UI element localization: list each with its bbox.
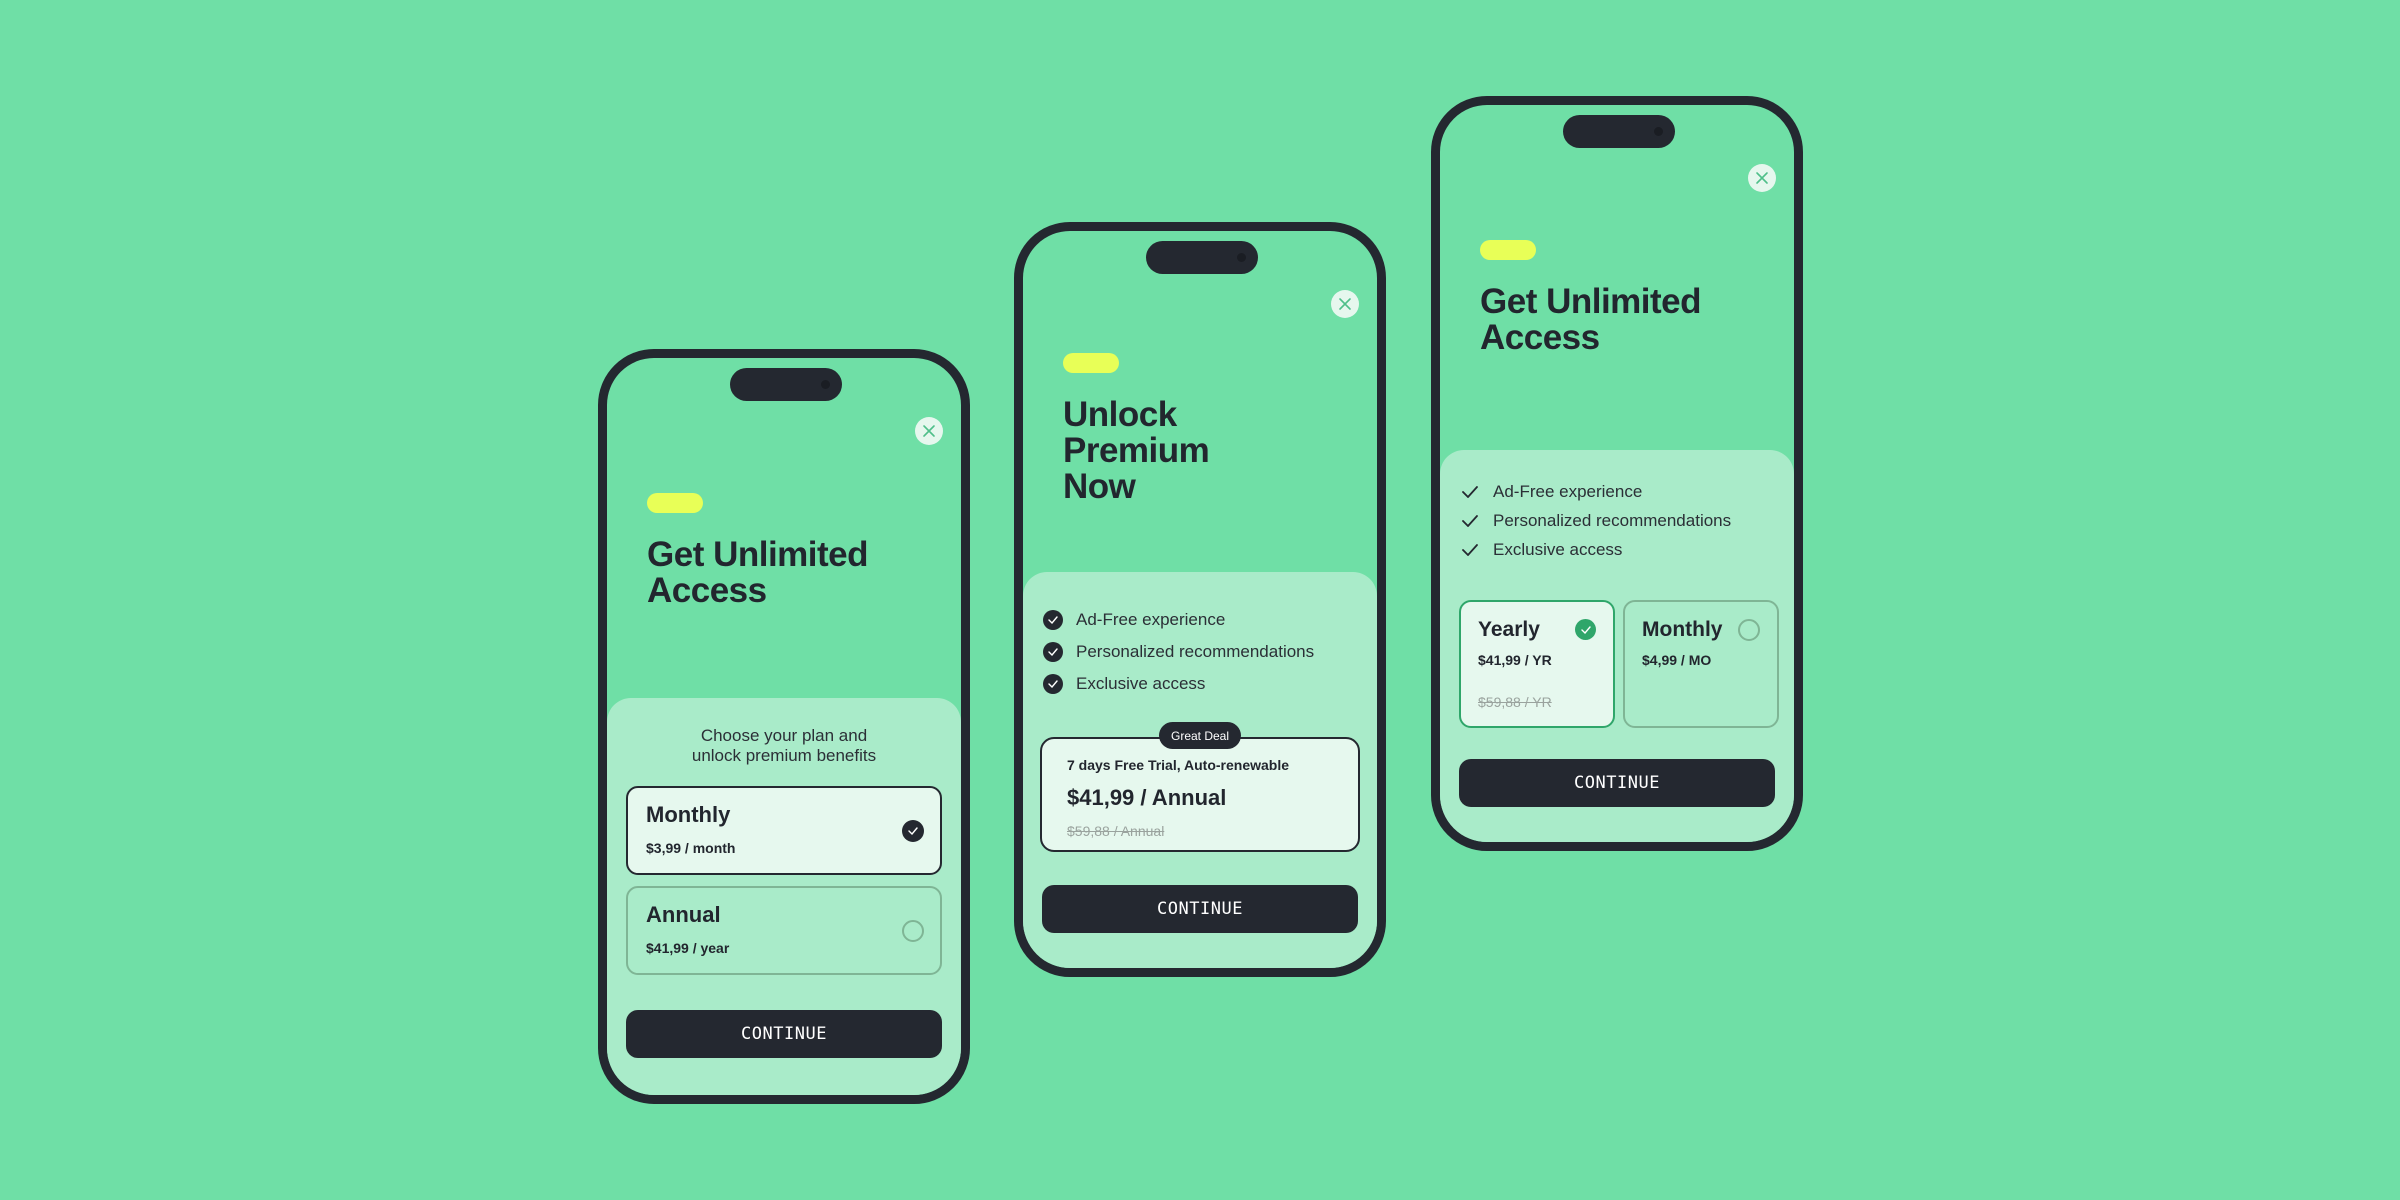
deal-price: $41,99 / Annual [1067,785,1227,810]
title-line: Premium [1063,431,1210,470]
close-icon [923,425,935,437]
feature-label: Exclusive access [1076,674,1206,693]
plan-sheet: Ad-Free experience Personalized recommen… [1023,572,1377,968]
check-icon [1580,625,1591,634]
continue-button[interactable]: CONTINUE [626,1010,942,1058]
feature-item: Ad-Free experience [1462,477,1784,506]
great-deal-badge: Great Deal [1158,722,1242,749]
sheet-subtitle: Choose your plan and unlock premium bene… [607,726,961,766]
close-button[interactable] [1748,164,1776,192]
feature-list: Ad-Free experience Personalized recommen… [1043,604,1367,700]
title-line: Now [1063,467,1136,506]
accent-pill [647,493,703,513]
title-line: Unlock [1063,395,1177,434]
accent-pill [1063,353,1119,373]
old-price: $59,88 / Annual [1067,823,1165,839]
feature-label: Personalized recommendations [1493,510,1732,530]
feature-list: Ad-Free experience Personalized recommen… [1462,477,1784,564]
feature-item: Exclusive access [1462,535,1784,564]
plan-price: $4,99 / MO [1642,652,1712,668]
plan-option-annual[interactable]: Annual $41,99 / year [626,886,942,975]
plan-name: Monthly [1642,618,1723,641]
dynamic-island [730,368,842,401]
check-circle-icon [1043,642,1063,662]
plan-price: $41,99 / year [646,940,730,956]
check-icon [1462,543,1480,556]
title-line: Get Unlimited [647,535,869,574]
check-icon [908,827,918,835]
close-button[interactable] [915,417,943,445]
accent-pill [1480,240,1536,260]
dynamic-island [1563,115,1675,148]
feature-label: Personalized recommendations [1076,642,1315,661]
plan-option-yearly[interactable]: Yearly $41,99 / YR $59,88 / YR [1459,600,1615,728]
close-icon [1339,298,1351,310]
close-icon [1756,172,1768,184]
radio-selected[interactable] [1575,619,1596,640]
subtitle-line: Choose your plan and [700,726,868,745]
title-line: Access [1480,318,1600,357]
old-price: $59,88 / YR [1478,694,1552,710]
check-circle-icon [1043,674,1063,694]
plan-option-monthly[interactable]: Monthly $3,99 / month [626,786,942,875]
page-title: Unlock Premium Now [1063,395,1210,506]
continue-button[interactable]: CONTINUE [1459,759,1775,807]
camera-icon [821,380,830,389]
radio-selected[interactable] [902,820,924,842]
radio-unselected[interactable] [902,920,924,942]
check-icon [1462,514,1480,527]
title-line: Access [647,571,767,610]
page-title: Get Unlimited Access [647,535,869,610]
check-icon [1462,485,1480,498]
feature-label: Ad-Free experience [1076,610,1226,629]
plan-sheet: Ad-Free experience Personalized recommen… [1440,450,1794,842]
plan-name: Annual [646,902,721,927]
plan-price: $3,99 / month [646,840,736,856]
phone-side-by-side: Get Unlimited Access Ad-Free experience … [1431,96,1803,851]
subtitle-line: unlock premium benefits [691,746,877,765]
camera-icon [1654,127,1663,136]
close-button[interactable] [1331,290,1359,318]
page-title: Get Unlimited Access [1480,282,1702,357]
plan-price: $41,99 / YR [1478,652,1552,668]
title-line: Get Unlimited [1480,282,1702,321]
plan-name: Yearly [1478,618,1540,641]
feature-item: Ad-Free experience [1043,604,1367,636]
plan-sheet: Choose your plan and unlock premium bene… [607,698,961,1095]
trial-info: 7 days Free Trial, Auto-renewable [1067,757,1290,773]
camera-icon [1237,253,1246,262]
feature-item: Personalized recommendations [1043,636,1367,668]
plan-name: Monthly [646,802,731,827]
phone-plan-list: Get Unlimited Access Choose your plan an… [598,349,970,1104]
radio-unselected[interactable] [1738,619,1760,641]
deal-plan-card[interactable]: Great Deal 7 days Free Trial, Auto-renew… [1040,722,1360,852]
feature-item: Exclusive access [1043,668,1367,700]
phone-great-deal: Unlock Premium Now Ad-Free experience Pe… [1014,222,1386,977]
check-circle-icon [1043,610,1063,630]
dynamic-island [1146,241,1258,274]
plan-option-monthly[interactable]: Monthly $4,99 / MO [1623,600,1779,728]
feature-label: Ad-Free experience [1493,481,1643,501]
continue-button[interactable]: CONTINUE [1042,885,1358,933]
feature-label: Exclusive access [1493,539,1623,559]
feature-item: Personalized recommendations [1462,506,1784,535]
